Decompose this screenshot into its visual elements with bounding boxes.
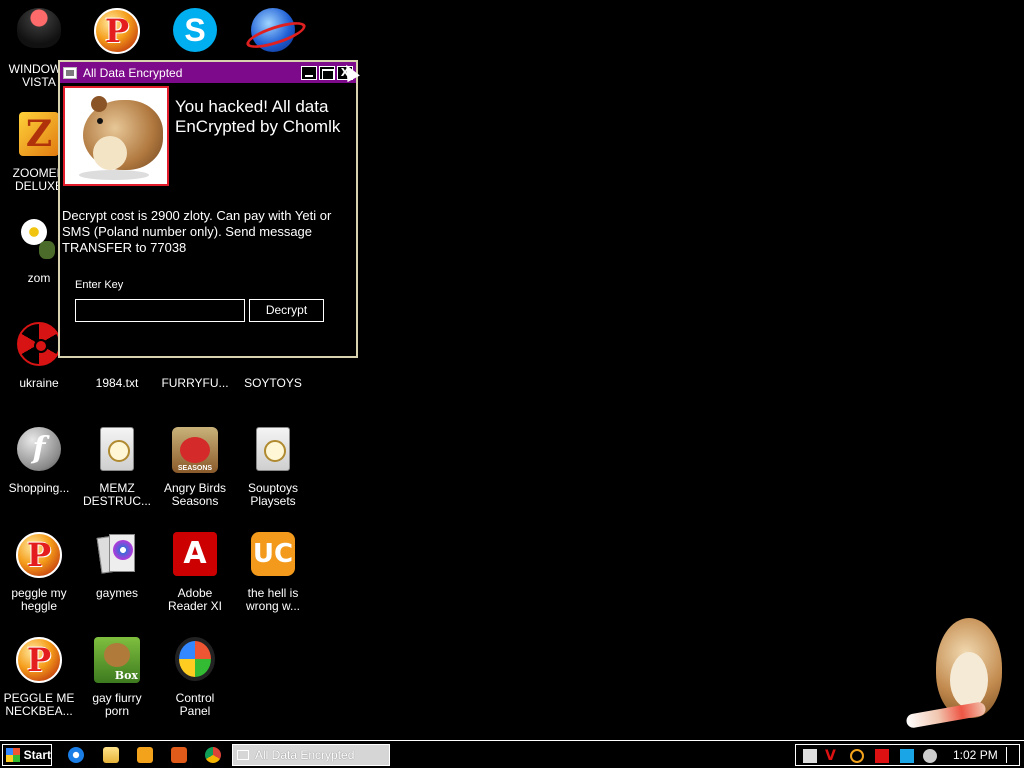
peggle-icon: P bbox=[15, 637, 63, 685]
desktop-icon-adobe-reader[interactable]: A Adobe Reader XI bbox=[156, 526, 234, 613]
icon-label: MEMZ DESTRUC... bbox=[82, 482, 151, 508]
icon-label: gaymes bbox=[95, 587, 139, 600]
games-folder-icon bbox=[93, 532, 141, 580]
ransom-headline: You hacked! All data EnCrypted by Chomlk bbox=[175, 97, 341, 136]
dialog-titlebar[interactable]: All Data Encrypted X bbox=[60, 62, 356, 83]
desktop-icon-gay-fiurry-porn[interactable]: Box gay fiurry porn bbox=[78, 631, 156, 718]
icon-label: PEGGLE ME NECKBEA... bbox=[3, 692, 75, 718]
icon-label: SOYTOYS bbox=[244, 377, 302, 390]
show-desktop-button[interactable] bbox=[1006, 747, 1014, 763]
icon-label: 1984.txt bbox=[95, 377, 139, 390]
media-player-icon[interactable] bbox=[137, 747, 153, 763]
tray-network-icon[interactable] bbox=[900, 749, 914, 763]
desktop-icon-skype[interactable]: S bbox=[156, 2, 234, 56]
icon-label: the hell is wrong w... bbox=[245, 587, 301, 613]
desktop-icon-shopping[interactable]: f Shopping... bbox=[0, 421, 78, 495]
uc-browser-icon: UC bbox=[249, 532, 297, 580]
control-panel-icon bbox=[171, 637, 219, 685]
chrome-icon[interactable] bbox=[205, 747, 221, 763]
tray-volume-icon[interactable] bbox=[923, 749, 937, 763]
windows-flag-icon bbox=[6, 748, 20, 762]
desktop-icon-peggle[interactable]: P bbox=[78, 2, 156, 56]
desktop-icon-souptoys-playsets[interactable]: Souptoys Playsets bbox=[234, 421, 312, 508]
icon-label: gay fiurry porn bbox=[92, 692, 142, 718]
dialog-content: You hacked! All data EnCrypted by Chomlk… bbox=[60, 83, 356, 356]
acrobat-icon: A bbox=[171, 532, 219, 580]
decrypt-button[interactable]: Decrypt bbox=[249, 299, 324, 322]
start-button[interactable]: Start bbox=[2, 744, 52, 766]
peggle-icon: P bbox=[93, 8, 141, 56]
icon-label: Adobe Reader XI bbox=[167, 587, 223, 613]
icon-label: Angry Birds Seasons bbox=[163, 482, 227, 508]
radiation-icon bbox=[15, 322, 63, 370]
hamster-mascot bbox=[900, 612, 1010, 740]
key-input[interactable] bbox=[75, 299, 245, 322]
desktop-icon-gaymes[interactable]: gaymes bbox=[78, 526, 156, 600]
peggle-icon: P bbox=[15, 532, 63, 580]
icon-label: peggle my heggle bbox=[11, 587, 67, 613]
skype-icon: S bbox=[171, 8, 219, 56]
folder-icon[interactable] bbox=[103, 747, 119, 763]
clock[interactable]: 1:02 PM bbox=[953, 748, 998, 762]
document-icon bbox=[249, 427, 297, 475]
tray-v-icon[interactable]: V bbox=[825, 749, 839, 763]
minimize-button[interactable] bbox=[301, 65, 317, 80]
enter-key-label: Enter Key bbox=[75, 279, 124, 291]
vista-icon bbox=[15, 8, 63, 56]
app-shortcut-icon[interactable] bbox=[171, 747, 187, 763]
internet-explorer-icon[interactable] bbox=[68, 747, 84, 763]
taskbar-item-label: All Data Encrypted bbox=[255, 748, 355, 762]
taskbar: Start All Data Encrypted V 1:02 PM bbox=[0, 740, 1024, 768]
tray-flag-icon[interactable] bbox=[875, 749, 889, 763]
tray-app-icon[interactable] bbox=[803, 749, 817, 763]
desktop-icon-uc-browser[interactable]: UC the hell is wrong w... bbox=[234, 526, 312, 613]
desktop-icon-peggle-my-heggle[interactable]: P peggle my heggle bbox=[0, 526, 78, 613]
tray-search-icon[interactable] bbox=[850, 749, 864, 763]
maximize-button[interactable] bbox=[319, 65, 335, 80]
dialog-title: All Data Encrypted bbox=[83, 65, 183, 80]
icon-label: Souptoys Playsets bbox=[247, 482, 299, 508]
box-icon: Box bbox=[93, 637, 141, 685]
document-icon bbox=[93, 427, 141, 475]
ransom-dialog: All Data Encrypted X You hacked! All dat… bbox=[58, 60, 358, 358]
icon-label: ukraine bbox=[19, 377, 59, 390]
icon-label: Control Panel bbox=[175, 692, 215, 718]
window-app-icon bbox=[63, 66, 77, 79]
desktop-icon-peggle-me-neckbeard[interactable]: P PEGGLE ME NECKBEA... bbox=[0, 631, 78, 718]
ransom-message: Decrypt cost is 2900 zloty. Can pay with… bbox=[62, 208, 332, 255]
hamster-image bbox=[63, 86, 169, 186]
flower-icon bbox=[15, 217, 63, 265]
zoom-icon: Z bbox=[15, 112, 63, 160]
desktop-icon-globe-app[interactable] bbox=[234, 2, 312, 56]
desktop-icon-angry-birds-seasons[interactable]: Angry Birds Seasons bbox=[156, 421, 234, 508]
flash-icon: f bbox=[15, 427, 63, 475]
icon-label: Shopping... bbox=[8, 482, 70, 495]
icon-label: FURRYFU... bbox=[161, 377, 229, 390]
window-icon bbox=[237, 750, 249, 760]
system-tray: V 1:02 PM bbox=[795, 744, 1020, 766]
desktop-icon-memz-destructive[interactable]: MEMZ DESTRUC... bbox=[78, 421, 156, 508]
angry-birds-icon bbox=[171, 427, 219, 475]
desktop-icon-control-panel[interactable]: Control Panel bbox=[156, 631, 234, 718]
globe-icon bbox=[249, 8, 297, 56]
taskbar-item-all-data-encrypted[interactable]: All Data Encrypted bbox=[232, 744, 390, 766]
start-label: Start bbox=[23, 748, 51, 762]
